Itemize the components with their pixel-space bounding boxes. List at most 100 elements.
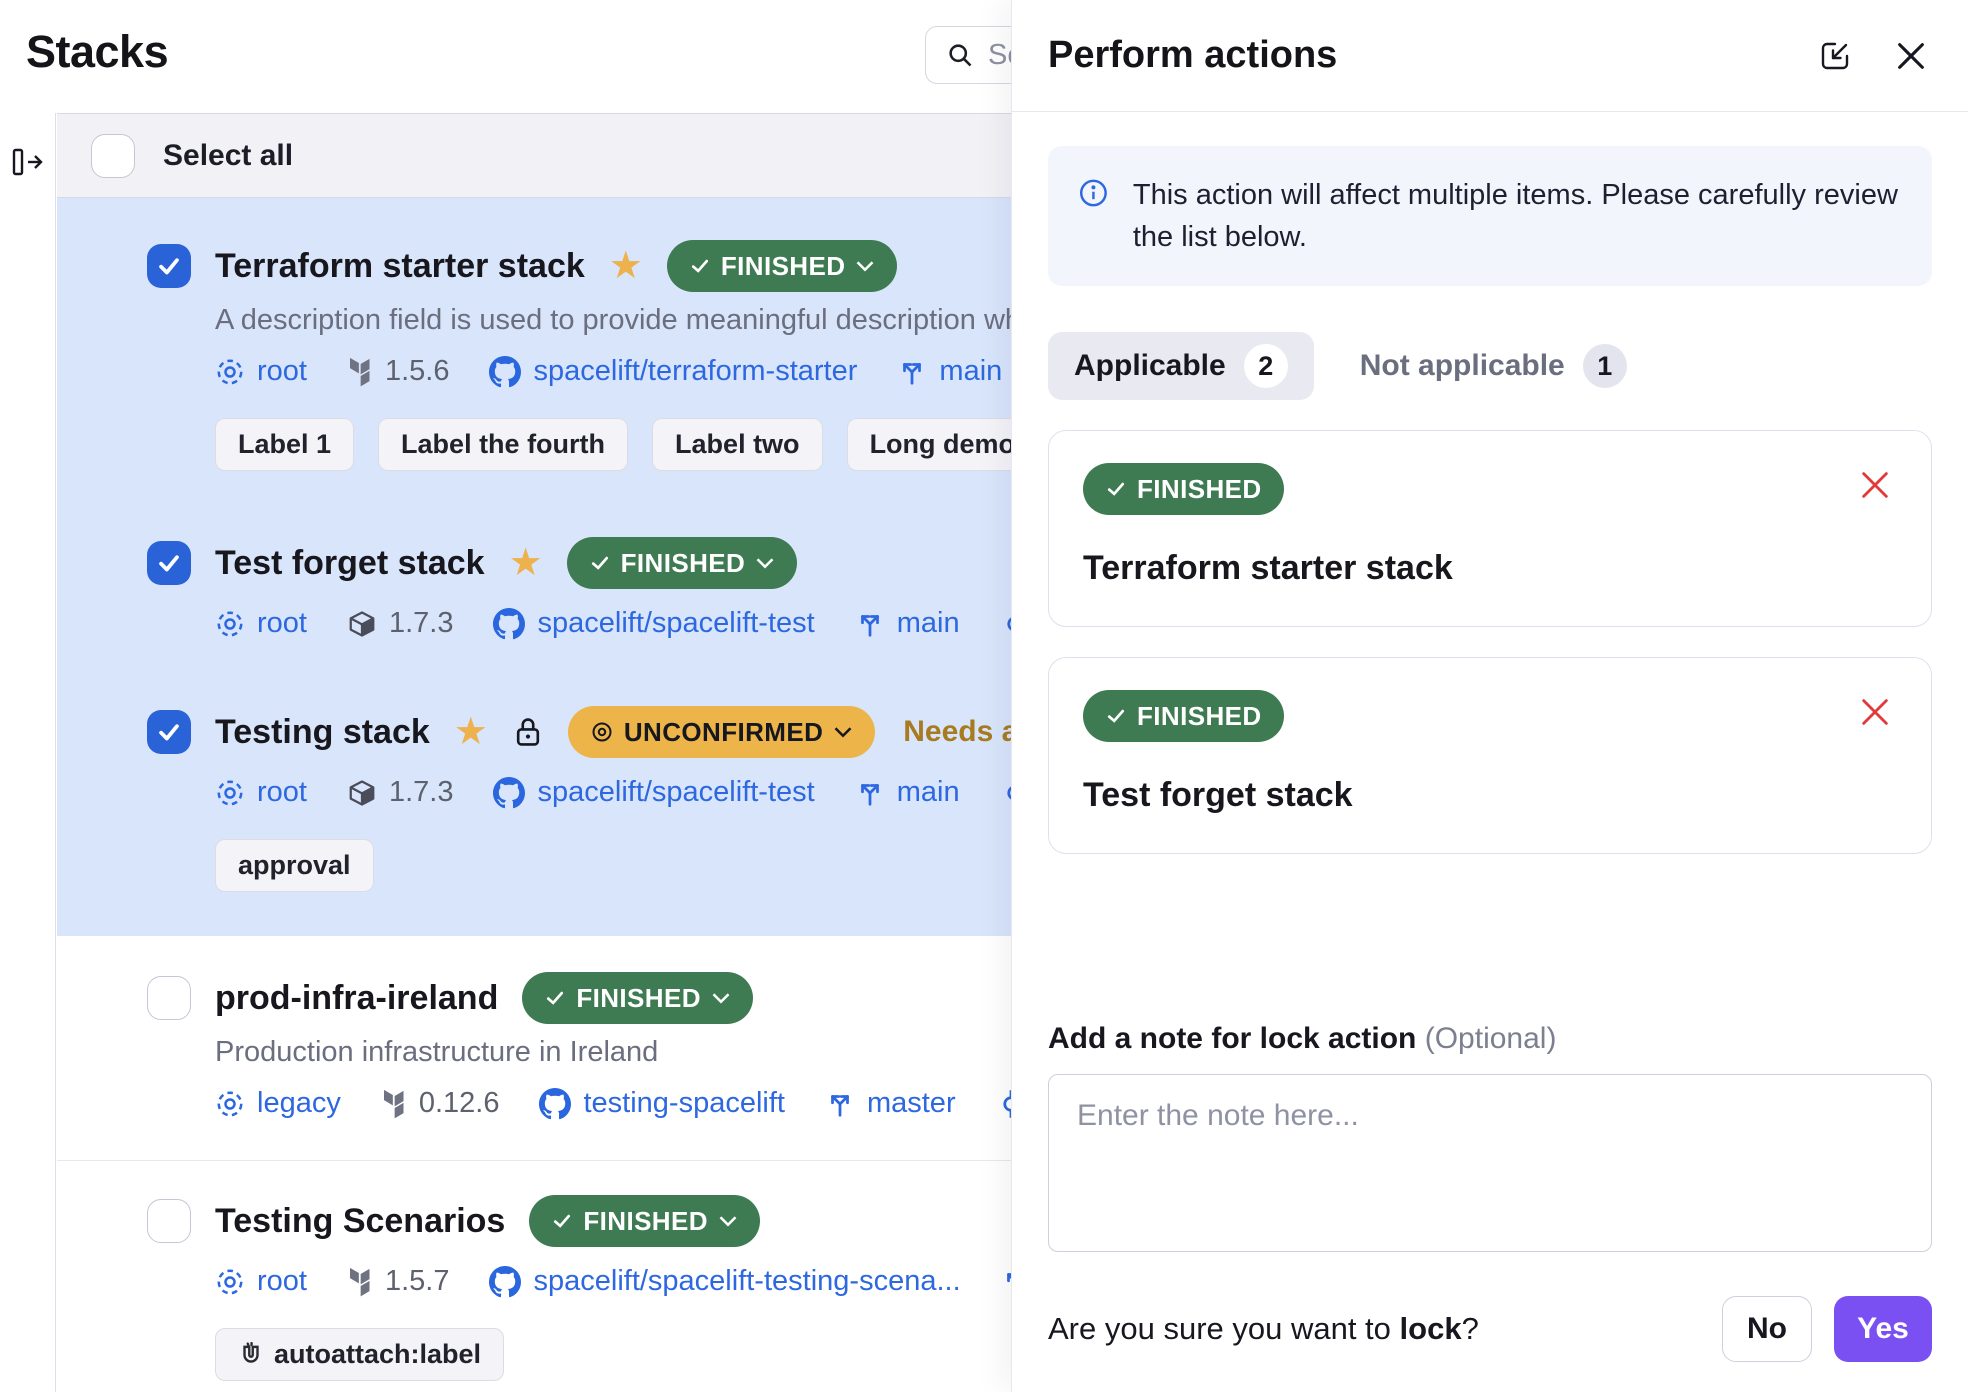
stack-title: Test forget stack — [215, 544, 485, 583]
perform-actions-panel: Perform actions This action will affect … — [1011, 0, 1968, 1392]
status-badge[interactable]: FINISHED — [522, 972, 753, 1024]
note-label: Add a note for lock action (Optional) — [1048, 1022, 1932, 1056]
space-icon — [215, 778, 245, 808]
space-link[interactable]: root — [215, 1265, 307, 1298]
space-icon — [215, 357, 245, 387]
terraform-icon — [347, 357, 373, 387]
branch-link[interactable]: master — [825, 1087, 956, 1120]
terraform-icon — [347, 1267, 373, 1297]
stack-title: Testing stack — [215, 713, 430, 752]
cube-icon — [347, 609, 377, 639]
version-item: 1.7.3 — [347, 776, 454, 809]
select-all-label: Select all — [163, 139, 293, 173]
branch-link[interactable]: main — [855, 776, 960, 809]
selected-rows-block: Terraform starter stack ★ FINISHED A des… — [57, 198, 1167, 936]
space-icon — [215, 1267, 245, 1297]
note-input[interactable] — [1048, 1074, 1932, 1252]
github-icon — [489, 356, 521, 388]
stack-row[interactable]: Testing stack ★ UNCONFIRMED Needs approv… — [57, 676, 1167, 936]
label-pill[interactable]: Label the fourth — [378, 418, 628, 471]
affected-item-card: FINISHED Terraform starter stack — [1048, 430, 1932, 627]
stack-row[interactable]: prod-infra-ireland FINISHED Production i… — [57, 936, 1167, 1160]
stack-title: Testing Scenarios — [215, 1202, 505, 1241]
stack-title: Terraform starter stack — [215, 247, 585, 286]
repo-link[interactable]: spacelift/spacelift-test — [493, 607, 814, 640]
no-button[interactable]: No — [1722, 1296, 1812, 1362]
github-icon — [539, 1088, 571, 1120]
label-pill[interactable]: Label two — [652, 418, 823, 471]
panel-header: Perform actions — [1012, 0, 1968, 112]
tab-not-applicable[interactable]: Not applicable 1 — [1360, 344, 1627, 388]
affected-item-title: Terraform starter stack — [1083, 549, 1897, 588]
chevron-down-icon — [718, 1214, 738, 1228]
label-pill[interactable]: autoattach:label — [215, 1328, 504, 1381]
version-item: 1.7.3 — [347, 607, 454, 640]
repo-link[interactable]: testing-spacelift — [539, 1087, 785, 1120]
stack-row[interactable]: Terraform starter stack ★ FINISHED A des… — [57, 198, 1167, 507]
row-checkbox-checked[interactable] — [147, 710, 191, 754]
close-icon[interactable] — [1890, 35, 1932, 77]
remove-item-icon[interactable] — [1855, 692, 1895, 732]
panel-title: Perform actions — [1048, 34, 1337, 77]
unconfirmed-icon — [590, 720, 614, 744]
select-all-checkbox[interactable] — [91, 134, 135, 178]
confirm-row: Are you sure you want to lock? No Yes — [1048, 1296, 1932, 1362]
left-rail — [0, 113, 56, 1392]
version-item: 1.5.6 — [347, 355, 450, 388]
confirm-question: Are you sure you want to lock? — [1048, 1311, 1479, 1347]
space-link[interactable]: root — [215, 607, 307, 640]
branch-icon — [825, 1089, 855, 1119]
status-badge: FINISHED — [1083, 690, 1284, 742]
status-badge[interactable]: FINISHED — [667, 240, 898, 292]
cube-icon — [347, 778, 377, 808]
panel-tabs: Applicable 2 Not applicable 1 — [1048, 332, 1932, 400]
github-icon — [493, 777, 525, 809]
label-pill[interactable]: approval — [215, 839, 374, 892]
space-link[interactable]: root — [215, 776, 307, 809]
repo-link[interactable]: spacelift/spacelift-testing-scena... — [489, 1265, 960, 1298]
tab-applicable[interactable]: Applicable 2 — [1048, 332, 1314, 400]
chevron-down-icon — [711, 991, 731, 1005]
version-item: 1.5.7 — [347, 1265, 450, 1298]
row-checkbox[interactable] — [147, 976, 191, 1020]
favorite-star-icon[interactable]: ★ — [609, 247, 643, 285]
row-checkbox[interactable] — [147, 1199, 191, 1243]
branch-link[interactable]: main — [855, 607, 960, 640]
tab-count-badge: 1 — [1583, 344, 1627, 388]
status-badge[interactable]: FINISHED — [567, 537, 798, 589]
terraform-icon — [381, 1089, 407, 1119]
favorite-star-icon[interactable]: ★ — [454, 713, 488, 751]
favorite-star-icon[interactable]: ★ — [509, 544, 543, 582]
status-badge[interactable]: FINISHED — [529, 1195, 760, 1247]
space-icon — [215, 609, 245, 639]
expand-sidebar-button[interactable] — [9, 143, 47, 181]
affected-item-title: Test forget stack — [1083, 776, 1897, 815]
stack-row[interactable]: Test forget stack ★ FINISHED root — [57, 507, 1167, 676]
magnet-icon — [238, 1342, 264, 1368]
github-icon — [489, 1266, 521, 1298]
label-pill[interactable]: Label 1 — [215, 418, 354, 471]
affected-item-card: FINISHED Test forget stack — [1048, 657, 1932, 854]
lock-icon — [512, 715, 544, 749]
row-checkbox-checked[interactable] — [147, 541, 191, 585]
repo-link[interactable]: spacelift/terraform-starter — [489, 355, 857, 388]
tab-count-badge: 2 — [1244, 344, 1288, 388]
chevron-down-icon — [755, 556, 775, 570]
stack-list: Select all Terraform starter stack ★ FIN… — [57, 113, 1167, 1392]
space-link[interactable]: legacy — [215, 1087, 341, 1120]
search-icon — [946, 41, 974, 69]
remove-item-icon[interactable] — [1855, 465, 1895, 505]
page-header: Stacks Se — [0, 0, 1011, 113]
select-all-row: Select all — [57, 113, 1167, 198]
stack-row[interactable]: Testing Scenarios FINISHED root 1.5.7 — [57, 1160, 1167, 1381]
collapse-panel-icon[interactable] — [1814, 35, 1856, 77]
info-icon — [1078, 174, 1109, 212]
space-link[interactable]: root — [215, 355, 307, 388]
chevron-down-icon — [833, 725, 853, 739]
row-checkbox-checked[interactable] — [147, 244, 191, 288]
branch-link[interactable]: main — [897, 355, 1002, 388]
repo-link[interactable]: spacelift/spacelift-test — [493, 776, 814, 809]
yes-button[interactable]: Yes — [1834, 1296, 1932, 1362]
status-badge[interactable]: UNCONFIRMED — [568, 706, 875, 758]
info-text: This action will affect multiple items. … — [1133, 174, 1902, 258]
